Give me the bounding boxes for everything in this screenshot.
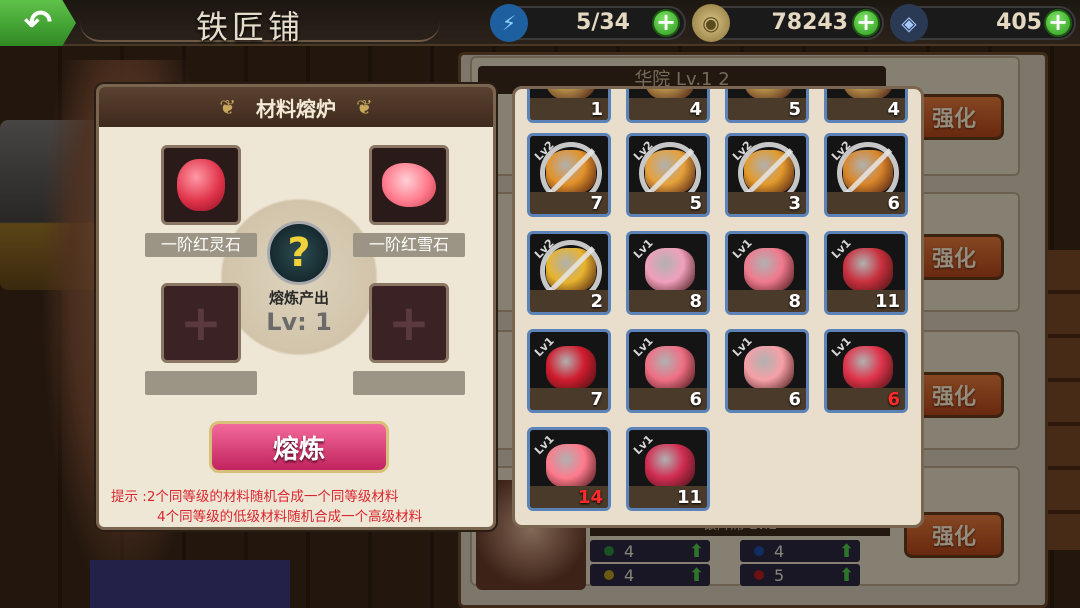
material-gem-icon xyxy=(843,346,893,390)
material-slot-2-label: 一阶红雪石 xyxy=(353,233,465,257)
add-energy-button[interactable]: + xyxy=(652,9,680,37)
inventory-item[interactable]: Lv1 11 xyxy=(824,231,908,315)
material-slot-3-label xyxy=(145,371,257,395)
item-count: 11 xyxy=(874,291,900,312)
inventory-item[interactable]: Lv2 6 xyxy=(824,133,908,217)
material-slot-4-label xyxy=(353,371,465,395)
smelt-button[interactable]: 熔炼 xyxy=(209,421,389,473)
energy-value: 5/34 xyxy=(576,10,630,35)
crystal-value: 405 xyxy=(996,10,1042,35)
material-gem-icon xyxy=(744,346,794,390)
material-gem-icon xyxy=(546,346,596,390)
inventory-item[interactable]: Lv1 11 xyxy=(626,427,710,511)
material-slot-1-label: 一阶红灵石 xyxy=(145,233,257,257)
crystal-icon: ◈ xyxy=(890,4,928,42)
furnace-header: ❦ 材料熔炉 ❦ xyxy=(99,87,493,127)
material-slot-1[interactable] xyxy=(161,145,241,225)
ornament-icon: ❦ xyxy=(356,95,373,119)
furnace-tip: 提示 :2个同等级的材料随机合成一个同等级材料 4个同等级的低级材料随机合成一个… xyxy=(111,489,423,525)
material-furnace-panel: ❦ 材料熔炉 ❦ 一阶红灵石 一阶红雪石 + + ? 熔炼产出 Lv: 1 熔炼… xyxy=(96,84,496,530)
inventory-item[interactable]: Lv2 7 xyxy=(527,133,611,217)
back-button[interactable]: ↶ xyxy=(0,0,76,46)
crystal-resource: ◈ 405 + xyxy=(890,4,1076,42)
inventory-item[interactable]: Lv1 8 xyxy=(626,231,710,315)
material-gem-icon xyxy=(645,346,695,390)
add-material-icon: + xyxy=(180,294,222,352)
material-gem-icon xyxy=(645,248,695,292)
item-count: 3 xyxy=(788,193,801,214)
item-count: 4 xyxy=(887,99,900,120)
material-slot-2[interactable] xyxy=(369,145,449,225)
inventory-item[interactable]: 5 xyxy=(725,89,809,123)
material-gem-icon xyxy=(645,444,695,488)
inventory-item[interactable]: Lv1 6 xyxy=(626,329,710,413)
material-gem-icon xyxy=(843,248,893,292)
material-slot-3[interactable]: + xyxy=(161,283,241,363)
add-coin-button[interactable]: + xyxy=(852,9,880,37)
back-arrow-icon: ↶ xyxy=(23,3,53,43)
furnace-title: 材料熔炉 xyxy=(256,96,336,121)
item-count: 5 xyxy=(689,193,702,214)
item-count: 11 xyxy=(676,487,702,508)
smelt-output-label: 熔炼产出 xyxy=(268,289,329,307)
material-slot-4[interactable]: + xyxy=(369,283,449,363)
item-count: 14 xyxy=(577,487,603,508)
add-material-icon: + xyxy=(388,294,430,352)
add-crystal-button[interactable]: + xyxy=(1044,9,1072,37)
inventory-item[interactable]: Lv1 8 xyxy=(725,231,809,315)
inventory-item[interactable]: Lv2 3 xyxy=(725,133,809,217)
item-count: 1 xyxy=(590,99,603,120)
inventory-item[interactable]: Lv1 7 xyxy=(527,329,611,413)
item-count: 6 xyxy=(887,193,900,214)
question-mark-icon: ? xyxy=(267,221,331,285)
material-inventory-grid[interactable]: 1 4 5 4 Lv2 7 Lv2 5 Lv2 3 Lv2 6 Lv2 2 Lv1 8 Lv1 8 Lv1 11 Lv1… xyxy=(512,86,924,528)
energy-resource: ⚡ 5/34 + xyxy=(490,4,686,42)
inventory-item[interactable]: Lv1 6 xyxy=(824,329,908,413)
coin-value: 78243 xyxy=(771,10,848,35)
red-snow-stone-icon xyxy=(382,163,436,207)
item-count: 4 xyxy=(689,99,702,120)
inventory-item[interactable]: Lv1 14 xyxy=(527,427,611,511)
page-title: 铁匠铺 xyxy=(196,8,305,46)
item-count: 6 xyxy=(788,389,801,410)
red-spirit-stone-icon xyxy=(177,159,225,211)
inventory-item[interactable]: 4 xyxy=(626,89,710,123)
ornament-icon: ❦ xyxy=(219,95,236,119)
inventory-item[interactable]: Lv2 2 xyxy=(527,231,611,315)
item-count: 7 xyxy=(590,193,603,214)
inventory-item[interactable]: 1 xyxy=(527,89,611,123)
inventory-item[interactable]: Lv2 5 xyxy=(626,133,710,217)
smelt-output[interactable]: ? 熔炼产出 Lv: 1 xyxy=(249,221,349,341)
item-count: 8 xyxy=(788,291,801,312)
smelt-output-level: Lv: 1 xyxy=(266,308,332,336)
coin-icon: ◉ xyxy=(692,4,730,42)
item-count: 6 xyxy=(689,389,702,410)
energy-icon: ⚡ xyxy=(490,4,528,42)
item-count: 7 xyxy=(590,389,603,410)
item-count: 2 xyxy=(590,291,603,312)
item-count: 5 xyxy=(788,99,801,120)
item-count: 8 xyxy=(689,291,702,312)
item-count: 6 xyxy=(887,389,900,410)
top-bar: ↶ 铁匠铺 ⚡ 5/34 + ◉ 78243 + ◈ 405 + xyxy=(0,0,1080,46)
coin-resource: ◉ 78243 + xyxy=(692,4,884,42)
inventory-item[interactable]: 4 xyxy=(824,89,908,123)
material-gem-icon xyxy=(546,444,596,488)
material-gem-icon xyxy=(744,248,794,292)
inventory-item[interactable]: Lv1 6 xyxy=(725,329,809,413)
